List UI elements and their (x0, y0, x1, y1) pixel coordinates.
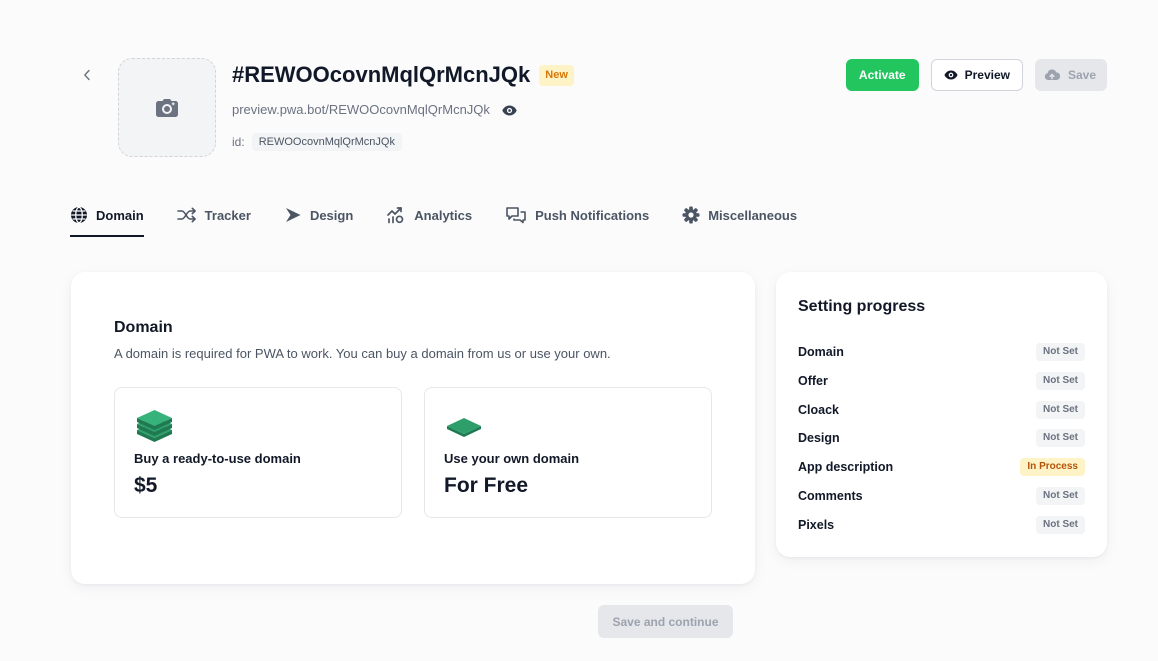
id-label: id: (232, 135, 245, 149)
back-button[interactable] (80, 67, 94, 83)
tab-label: Miscellaneous (708, 207, 798, 223)
progress-label: Domain (798, 344, 844, 359)
analytics-chart-icon (387, 207, 404, 224)
page-title: #REWOOcovnMqlQrMcnJQk (232, 62, 531, 87)
activate-button[interactable]: Activate (845, 59, 919, 91)
id-chip[interactable]: REWOOcovnMqlQrMcnJQk (251, 133, 402, 151)
status-badge: Not Set (1036, 371, 1085, 390)
status-badge: Not Set (1036, 429, 1085, 448)
progress-row: Domain Not Set (798, 338, 1085, 367)
tab-label: Tracker (204, 207, 251, 223)
preview-url-row: preview.pwa.bot/REWOOcovnMqlQrMcnJQk (232, 101, 517, 119)
buy-domain-option[interactable]: Buy a ready-to-use domain $5 (114, 387, 402, 518)
status-badge: In Process (1020, 458, 1085, 477)
section-description: A domain is required for PWA to work. Yo… (114, 346, 611, 361)
progress-title: Setting progress (798, 298, 926, 315)
progress-label: Cloack (798, 402, 839, 417)
tab-domain[interactable]: Domain (70, 205, 144, 237)
play-icon (285, 208, 301, 222)
tab-design[interactable]: Design (284, 205, 353, 225)
chat-bubbles-icon (506, 207, 526, 224)
status-badge: Not Set (1036, 515, 1085, 534)
tab-label: Design (309, 207, 354, 223)
progress-label: Offer (798, 373, 828, 388)
progress-row: Pixels Not Set (798, 510, 1085, 539)
save-and-continue-button[interactable]: Save and continue (598, 605, 733, 638)
status-badge: Not Set (1036, 400, 1085, 419)
id-row: id: REWOOcovnMqlQrMcnJQk (232, 133, 402, 151)
option-label: Use your own domain (444, 451, 580, 466)
save-and-continue-label: Save and continue (612, 614, 719, 629)
setting-progress-card: Setting progress Domain Not Set Offer No… (776, 272, 1107, 557)
domain-card: Domain A domain is required for PWA to w… (71, 272, 755, 584)
progress-label: Comments (798, 488, 863, 503)
cloud-upload-icon (1044, 69, 1060, 80)
eye-icon[interactable] (502, 105, 517, 116)
active-tab-indicator (70, 235, 144, 237)
save-button[interactable]: Save (1034, 59, 1107, 91)
section-title: Domain (114, 319, 173, 336)
activate-label: Activate (858, 68, 906, 82)
layer-icon (447, 418, 481, 437)
option-price: For Free (444, 474, 529, 497)
progress-row: App description In Process (798, 453, 1085, 482)
preview-label: Preview (964, 68, 1010, 82)
progress-row: Offer Not Set (798, 366, 1085, 395)
header-actions: Activate Preview Save (845, 59, 1107, 91)
progress-row: Comments Not Set (798, 482, 1085, 511)
gear-icon (682, 206, 700, 224)
status-badge: Not Set (1036, 486, 1085, 505)
pwa-editor-page: #REWOOcovnMqlQrMcnJQk New preview.pwa.bo… (0, 0, 1158, 661)
preview-button[interactable]: Preview (930, 59, 1023, 91)
progress-row: Design Not Set (798, 424, 1085, 453)
save-label: Save (1067, 68, 1096, 82)
camera-icon (156, 98, 178, 117)
eye-icon-svg (502, 105, 517, 115)
layers-stack-icon (137, 410, 172, 442)
title-row: #REWOOcovnMqlQrMcnJQk New (232, 61, 574, 89)
progress-label: Design (798, 431, 840, 446)
tab-label: Domain (96, 207, 144, 223)
tab-miscellaneous[interactable]: Miscellaneous (682, 205, 797, 225)
chevron-left-icon (84, 69, 90, 81)
avatar-upload[interactable] (118, 58, 216, 157)
preview-url-link[interactable]: preview.pwa.bot/REWOOcovnMqlQrMcnJQk (232, 101, 490, 119)
own-domain-option[interactable]: Use your own domain For Free (424, 387, 712, 518)
tab-label: Analytics (414, 207, 473, 223)
eye-icon (944, 70, 958, 80)
tab-push-notifications[interactable]: Push Notifications (505, 205, 649, 225)
progress-list: Domain Not Set Offer Not Set Cloack Not … (798, 338, 1085, 540)
tab-tracker[interactable]: Tracker (176, 205, 251, 225)
globe-icon (71, 206, 87, 224)
status-badge: Not Set (1036, 342, 1085, 361)
tab-analytics[interactable]: Analytics (386, 205, 472, 225)
tab-bar: Domain Tracker Design Analytics Push Not… (70, 205, 797, 237)
shuffle-icon (176, 207, 196, 223)
option-price: $5 (134, 474, 158, 497)
progress-row: Cloack Not Set (798, 395, 1085, 424)
tab-label: Push Notifications (535, 207, 650, 223)
progress-label: Pixels (798, 517, 835, 532)
option-label: Buy a ready-to-use domain (134, 451, 301, 466)
new-badge: New (539, 64, 574, 86)
progress-label: App description (798, 460, 894, 475)
